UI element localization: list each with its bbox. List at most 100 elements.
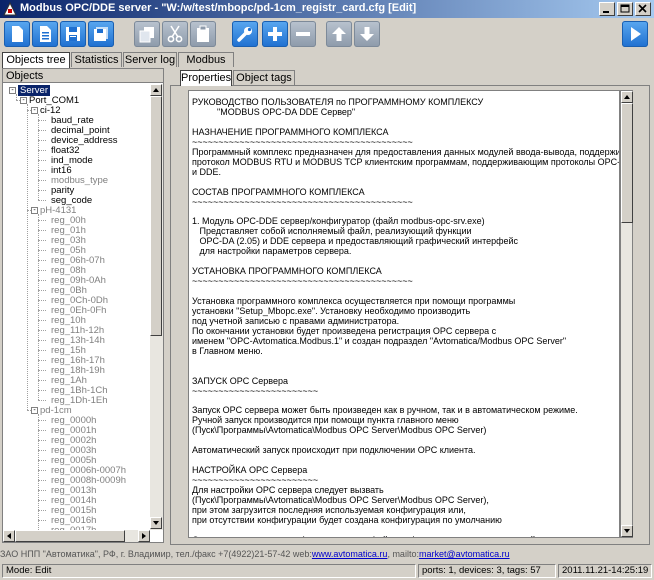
tree-scroll-up-button[interactable] bbox=[150, 84, 162, 96]
tree-connector bbox=[38, 380, 46, 381]
minimize-icon bbox=[603, 11, 609, 13]
tree-expand-toggle[interactable]: - bbox=[20, 97, 27, 104]
tree-scroll-down-button[interactable] bbox=[150, 517, 162, 529]
doc-scroll-thumb[interactable] bbox=[621, 103, 633, 223]
open-list-button[interactable] bbox=[32, 21, 58, 47]
tree-connector bbox=[38, 510, 46, 511]
tree-connector bbox=[38, 270, 46, 271]
app-icon bbox=[3, 2, 17, 16]
tree-hscroll-thumb[interactable] bbox=[15, 530, 125, 542]
copy-button[interactable] bbox=[134, 21, 160, 47]
doc-line: протокол MODBUS RTU и MODBUS TCP клиентс… bbox=[192, 156, 620, 167]
remove-button[interactable] bbox=[290, 21, 316, 47]
tree-expand-toggle[interactable]: - bbox=[31, 107, 38, 114]
tree-connector bbox=[38, 440, 46, 441]
objects-panel: Objects - Server - Port_COM1- ci-12 baud_rate… bbox=[2, 68, 164, 543]
objects-tree[interactable]: - Server - Port_COM1- ci-12 baud_rate decimal_… bbox=[3, 85, 150, 530]
tree-connector bbox=[38, 310, 46, 311]
doc-vertical-scrollbar[interactable] bbox=[620, 90, 633, 538]
tree-guide-line bbox=[38, 114, 39, 200]
web-link[interactable]: www.avtomatica.ru bbox=[312, 549, 388, 559]
tree-connector bbox=[38, 260, 46, 261]
tab-server-log[interactable]: Server log bbox=[123, 52, 177, 67]
tree-connector bbox=[38, 190, 46, 191]
copy-icon bbox=[139, 27, 154, 43]
tree-connector bbox=[38, 300, 46, 301]
tree-guide-line bbox=[38, 414, 39, 530]
tree-connector bbox=[38, 480, 46, 481]
save-as-button[interactable] bbox=[88, 21, 114, 47]
tree-connector bbox=[38, 290, 46, 291]
tree-connector bbox=[38, 400, 46, 401]
tab-object-tags[interactable]: Object tags bbox=[233, 70, 295, 85]
tree-scroll-thumb[interactable] bbox=[150, 96, 162, 336]
doc-scroll-down-button[interactable] bbox=[621, 525, 633, 537]
tree-connector bbox=[38, 490, 46, 491]
plus-icon bbox=[268, 27, 282, 41]
tree-connector bbox=[38, 460, 46, 461]
tree-horizontal-scrollbar[interactable] bbox=[3, 530, 150, 542]
minimize-button[interactable] bbox=[599, 2, 615, 16]
tab-objects-tree[interactable]: Objects tree bbox=[2, 52, 70, 68]
settings-button[interactable] bbox=[232, 21, 258, 47]
maximize-button[interactable] bbox=[617, 2, 633, 16]
title-bar[interactable]: Modbus OPC/DDE server - "W:/w/test/mbopc… bbox=[0, 0, 654, 18]
email-link[interactable]: market@avtomatica.ru bbox=[419, 549, 510, 559]
tree-guide-line bbox=[27, 104, 28, 410]
doc-line: Автоматический запуск происходит при под… bbox=[192, 445, 476, 456]
tree-connector bbox=[38, 390, 46, 391]
tree-connector bbox=[38, 170, 46, 171]
tree-vertical-scrollbar[interactable] bbox=[150, 84, 163, 530]
close-button[interactable] bbox=[635, 2, 651, 16]
tree-guide-line bbox=[38, 214, 39, 400]
move-up-button[interactable] bbox=[326, 21, 352, 47]
scroll-down-icon bbox=[624, 529, 630, 533]
doc-line: "MODBUS OPC-DA DDE Сервер" bbox=[192, 106, 356, 117]
tab-statistics[interactable]: Statistics bbox=[71, 52, 122, 67]
tab-properties[interactable]: Properties bbox=[180, 70, 232, 86]
doc-line: в Главном меню. bbox=[192, 345, 263, 356]
company-text: ЗАО НПП "Автоматика", РФ, г. Владимир, т… bbox=[0, 549, 312, 559]
tree-connector bbox=[38, 230, 46, 231]
tree-connector bbox=[38, 420, 46, 421]
move-down-button[interactable] bbox=[354, 21, 380, 47]
tree-connector bbox=[38, 250, 46, 251]
tab-modbus-log[interactable]: Modbus log bbox=[178, 52, 234, 80]
status-counts: ports: 1, devices: 3, tags: 57 bbox=[418, 564, 556, 578]
tree-connector bbox=[38, 470, 46, 471]
doc-line: ~~~~~~~~~~~~~~~~~~~~~~~~~~~~~~~~~~~~~~~~… bbox=[192, 196, 413, 207]
scroll-down-icon bbox=[153, 521, 159, 525]
tree-connector bbox=[38, 180, 46, 181]
scroll-right-icon bbox=[142, 533, 146, 539]
tree-connector bbox=[38, 340, 46, 341]
save-icon bbox=[66, 27, 80, 41]
tree-connector bbox=[38, 200, 46, 201]
tree-connector bbox=[38, 130, 46, 131]
doc-scroll-up-button[interactable] bbox=[621, 91, 633, 103]
doc-line: Основное назначение графического интерфе… bbox=[192, 535, 538, 537]
doc-line: для настройки параметров сервера. bbox=[192, 246, 352, 257]
tree-connector bbox=[38, 220, 46, 221]
properties-text[interactable]: РУКОВОДСТВО ПОЛЬЗОВАТЕЛЯ по ПРОГРАММНОМУ… bbox=[188, 90, 620, 538]
toolbar bbox=[0, 18, 654, 50]
tree-expand-toggle[interactable]: - bbox=[31, 407, 38, 414]
tree-connector bbox=[38, 330, 46, 331]
paste-button[interactable] bbox=[190, 21, 216, 47]
tree-expand-toggle[interactable]: - bbox=[31, 207, 38, 214]
status-mode: Mode: Edit bbox=[2, 564, 416, 578]
scroll-left-icon bbox=[7, 533, 11, 539]
mailto-label: , mailto: bbox=[387, 549, 419, 559]
tree-scroll-left-button[interactable] bbox=[3, 530, 15, 542]
save-button[interactable] bbox=[60, 21, 86, 47]
list-document-icon bbox=[40, 26, 51, 42]
run-button[interactable] bbox=[622, 21, 648, 47]
add-button[interactable] bbox=[262, 21, 288, 47]
new-document-button[interactable] bbox=[4, 21, 30, 47]
objects-header: Objects bbox=[3, 69, 163, 83]
tree-connector bbox=[38, 140, 46, 141]
tree-scroll-right-button[interactable] bbox=[138, 530, 150, 542]
tree-expand-toggle[interactable]: - bbox=[9, 87, 16, 94]
tree-connector bbox=[38, 520, 46, 521]
cut-button[interactable] bbox=[162, 21, 188, 47]
close-icon bbox=[638, 4, 647, 13]
